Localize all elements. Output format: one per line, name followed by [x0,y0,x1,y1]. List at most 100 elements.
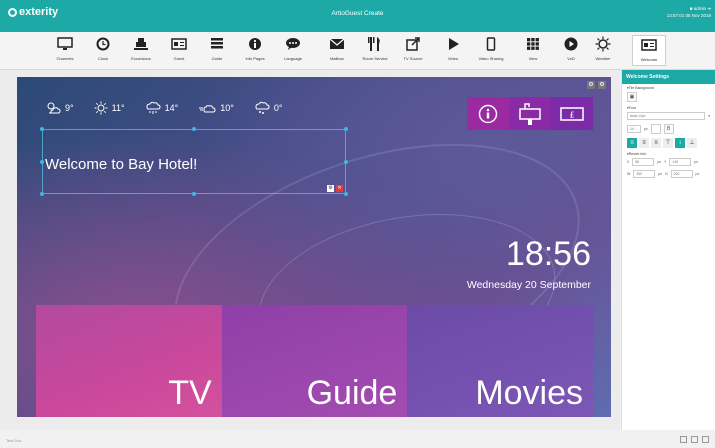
bold-button[interactable]: B [663,124,674,134]
h-label: H [665,172,668,176]
tool-info-pages[interactable]: Info Pages [238,35,272,66]
sun-icon [595,36,611,52]
w-label: W [627,172,631,176]
tool-video[interactable]: Video [436,35,470,66]
resize-handle[interactable] [40,160,44,164]
align-bottom-icon[interactable]: ⊥ [687,138,697,148]
play-circle-icon [564,37,578,51]
tool-weather[interactable]: Weather [586,35,620,66]
tool-language[interactable]: Language [276,35,310,66]
height-input[interactable]: 200 [670,170,693,178]
tool-tv-source[interactable]: TV Source [396,35,430,66]
clock-date: Wednesday 20 September [466,279,591,291]
widget-actions: ⚙ ✕ [327,185,343,192]
settings-icon[interactable]: ⚙ [587,81,595,89]
welcome-text[interactable]: Welcome to Bay Hotel! [45,156,197,173]
tool-guest[interactable]: Guest [162,35,196,66]
rain-cloud-icon [146,101,161,114]
tool-video-sharing[interactable]: Video Sharing [474,35,508,66]
tool-clock[interactable]: Clock [86,35,120,66]
tool-channels[interactable]: Channels [48,35,82,66]
background-image-button[interactable]: ▣ [627,92,637,102]
excursion-icon [134,38,148,50]
weather-widget[interactable]: 9° 11° 14° 10° 0° [45,101,282,115]
menu-tile-label: Movies [475,374,584,412]
weather-item: 11° [94,101,125,115]
status-bar: Test Doc [0,432,715,448]
weather-temp: 10° [220,103,234,113]
resize-xy-row: X 80 px Y 140 px [622,156,715,168]
banknote-icon: £ [560,106,584,121]
screen-controls: ⚙ ⚙ [587,81,606,89]
tool-excursions[interactable]: Excursions [124,35,158,66]
widget-toolbar: Channels Clock Excursions Guest Guide In… [0,32,715,70]
unit-label: px [694,160,699,164]
top-bar: exterity ArtioGuest Create ■ admin ➜ 13:… [0,0,715,32]
tool-label: Channels [56,56,74,61]
resize-handle[interactable] [344,192,348,196]
align-left-icon[interactable]: ≡ [627,138,637,148]
mailbox-tile[interactable] [509,97,551,130]
logout-icon[interactable]: ➜ [706,6,711,11]
tool-label: View [528,56,538,61]
resize-handle[interactable] [344,160,348,164]
main-menu: TV Guide Movies [36,305,594,417]
y-input[interactable]: 140 [669,158,692,166]
tool-label: Excursions [131,56,151,61]
unit-label: px [644,127,648,131]
gear-icon[interactable]: ⚙ [598,81,606,89]
tool-guide[interactable]: Guide [200,35,234,66]
mailbox-icon [519,102,541,125]
resize-handle[interactable] [40,127,44,131]
unit-label: px [658,172,663,176]
align-middle-icon[interactable]: ↕ [675,138,685,148]
resize-handle[interactable] [40,192,44,196]
app-title: ArtioGuest Create [331,10,384,17]
align-right-icon[interactable]: ≡ [651,138,661,148]
settings-icon[interactable] [702,436,709,443]
tool-label: VoD [567,56,575,61]
font-row: Arial,14px ▾ [622,110,715,122]
align-center-icon[interactable]: ≡ [639,138,649,148]
tool-label: Clock [97,56,108,61]
sun-icon [94,101,108,115]
menu-tile-label: TV [168,374,212,412]
resize-handle[interactable] [192,127,196,131]
resize-handle[interactable] [192,192,196,196]
align-top-icon[interactable]: ⊤ [663,138,673,148]
speech-bubble-icon [286,38,300,50]
cutlery-icon [368,37,380,51]
chevron-down-icon: ▾ [708,114,710,118]
canvas-area: ⚙ ⚙ 9° 11° 14° 10° 0° £ Welcome to Bay H… [0,70,620,430]
save-icon[interactable] [680,436,687,443]
list-icon [211,38,223,49]
width-input[interactable]: 300 [633,170,656,178]
external-icon [406,37,420,51]
menu-tile-guide[interactable]: Guide [221,305,408,417]
tool-room-service[interactable]: Room Service [358,35,392,66]
tool-vod[interactable]: VoD [554,35,588,66]
tool-welcome[interactable]: Welcome [632,35,666,66]
info-tile[interactable] [467,97,509,130]
font-select[interactable]: Arial,14px [627,112,706,120]
resize-handle[interactable] [344,127,348,131]
x-input[interactable]: 80 [632,158,655,166]
tool-view[interactable]: View [516,35,550,66]
menu-tile-movies[interactable]: Movies [407,305,594,417]
grid-icon [527,38,539,50]
sun-cloud-icon [47,102,61,114]
clock-time[interactable]: 18:56 [506,235,591,274]
font-color-swatch[interactable] [650,124,661,134]
settings-icon[interactable]: ⚙ [327,185,334,192]
delete-icon[interactable]: ✕ [336,185,343,192]
tool-mailbox[interactable]: Mailbox [320,35,354,66]
user-name[interactable]: ■ admin ➜ [667,5,711,12]
user-info[interactable]: ■ admin ➜ 13:57:01 05 Nov 2018 [667,5,711,19]
currency-tile[interactable]: £ [551,97,593,130]
phone-icon [486,37,496,51]
status-actions [680,436,709,443]
font-size-input[interactable]: 14 [627,125,641,133]
tv-preview-screen[interactable]: ⚙ ⚙ 9° 11° 14° 10° 0° £ Welcome to Bay H… [17,77,611,417]
folder-icon[interactable] [691,436,698,443]
menu-tile-tv[interactable]: TV [36,305,222,417]
